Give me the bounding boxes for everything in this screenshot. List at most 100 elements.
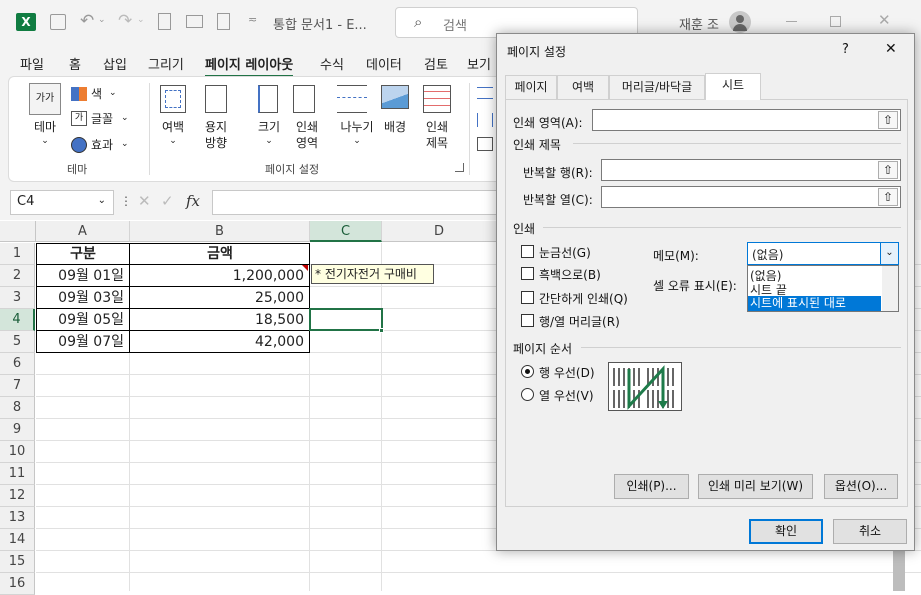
- row-header[interactable]: 10: [0, 441, 35, 463]
- customize-qat-icon[interactable]: ≂: [248, 13, 257, 26]
- user-name[interactable]: 재훈 조: [679, 14, 719, 33]
- row-header[interactable]: 3: [0, 287, 35, 309]
- orientation-button[interactable]: 용지 방향: [195, 119, 237, 151]
- name-box[interactable]: C4 ⌄: [10, 190, 114, 215]
- colors-icon[interactable]: [71, 87, 87, 101]
- row-header[interactable]: 16: [0, 573, 35, 595]
- amount-cell[interactable]: 1,200,000: [130, 265, 310, 287]
- row-header[interactable]: 13: [0, 507, 35, 529]
- insert-function-icon[interactable]: fx: [186, 192, 200, 210]
- column-header-d[interactable]: D: [382, 221, 497, 242]
- row-header[interactable]: 4: [0, 309, 35, 331]
- breaks-icon[interactable]: [337, 85, 367, 113]
- row-header[interactable]: 8: [0, 397, 35, 419]
- date-cell[interactable]: 09월 07일: [36, 331, 130, 353]
- effects-icon[interactable]: [71, 137, 87, 153]
- collapse-dialog-icon[interactable]: ⇧: [878, 161, 898, 179]
- print-area-input[interactable]: [592, 109, 901, 131]
- tab-file[interactable]: 파일: [20, 54, 44, 73]
- chevron-down-icon[interactable]: ⌄: [880, 243, 898, 264]
- cancel-entry-icon[interactable]: ✕: [138, 192, 151, 210]
- tab-draw[interactable]: 그리기: [148, 54, 184, 73]
- background-button[interactable]: 배경: [377, 119, 413, 135]
- row-header[interactable]: 15: [0, 551, 35, 573]
- print-area-button[interactable]: 인쇄 영역: [287, 119, 327, 151]
- row-header[interactable]: 5: [0, 331, 35, 353]
- header-cell-category[interactable]: 구분: [36, 243, 130, 265]
- gridlines-label[interactable]: 눈금선(G): [539, 244, 591, 261]
- print-area-icon[interactable]: [293, 85, 315, 113]
- active-cell[interactable]: [309, 308, 383, 331]
- tab-insert[interactable]: 삽입: [103, 54, 127, 73]
- dropdown-option-selected[interactable]: 시트에 표시된 대로: [748, 296, 881, 311]
- amount-cell[interactable]: 25,000: [130, 287, 310, 309]
- row-header[interactable]: 6: [0, 353, 35, 375]
- formula-input[interactable]: [212, 190, 512, 215]
- tab-page-layout[interactable]: 페이지 레이아웃: [205, 54, 294, 78]
- row-header[interactable]: 11: [0, 463, 35, 485]
- page-setup-launcher-icon[interactable]: [455, 163, 464, 172]
- fonts-button[interactable]: 글꼴: [91, 111, 113, 127]
- draft-label[interactable]: 간단하게 인쇄(Q): [539, 290, 628, 307]
- close-window-icon[interactable]: ✕: [878, 11, 891, 29]
- confirm-entry-icon[interactable]: ✓: [161, 192, 174, 210]
- row-header[interactable]: 2: [0, 265, 35, 287]
- save-icon[interactable]: [50, 14, 66, 30]
- column-header-c[interactable]: C: [310, 221, 382, 242]
- date-cell[interactable]: 09월 01일: [36, 265, 130, 287]
- blackwhite-label[interactable]: 흑백으로(B): [539, 266, 601, 283]
- comments-select[interactable]: (없음) ⌄: [747, 242, 899, 265]
- select-all-corner[interactable]: [0, 221, 36, 242]
- formula-bar-more-icon[interactable]: ⋮: [120, 194, 132, 208]
- undo-icon[interactable]: ↶: [80, 11, 94, 31]
- avatar[interactable]: [729, 11, 751, 33]
- colors-dropdown-icon[interactable]: ⌄: [109, 85, 117, 101]
- amount-cell[interactable]: 42,000: [130, 331, 310, 353]
- column-header-b[interactable]: B: [130, 221, 310, 242]
- print-preview-icon[interactable]: [217, 13, 230, 30]
- new-file-icon[interactable]: [158, 13, 171, 30]
- date-cell[interactable]: 09월 05일: [36, 309, 130, 331]
- down-then-over-label[interactable]: 행 우선(D): [539, 364, 595, 381]
- collapse-dialog-icon[interactable]: ⇧: [878, 188, 898, 206]
- redo-dropdown-icon[interactable]: ⌄: [137, 15, 145, 25]
- width-icon[interactable]: [477, 87, 493, 99]
- collapse-dialog-icon[interactable]: ⇧: [878, 111, 898, 129]
- name-box-dropdown-icon[interactable]: ⌄: [98, 195, 106, 206]
- fonts-dropdown-icon[interactable]: ⌄: [121, 110, 129, 126]
- orientation-icon[interactable]: [205, 85, 227, 113]
- print-titles-button[interactable]: 인쇄 제목: [419, 119, 455, 151]
- themes-button[interactable]: 가가: [29, 83, 61, 115]
- size-dropdown-icon[interactable]: ⌄: [262, 133, 276, 149]
- column-header-a[interactable]: A: [36, 221, 130, 242]
- colors-button[interactable]: 색: [91, 86, 102, 102]
- print-titles-icon[interactable]: [423, 85, 451, 113]
- row-header[interactable]: 12: [0, 485, 35, 507]
- height-icon[interactable]: [477, 113, 493, 127]
- options-button[interactable]: 옵션(O)...: [824, 474, 898, 499]
- size-icon[interactable]: [258, 85, 278, 113]
- margins-dropdown-icon[interactable]: ⌄: [166, 133, 180, 149]
- down-then-over-radio[interactable]: [521, 365, 534, 378]
- blackwhite-checkbox[interactable]: [521, 267, 534, 280]
- comment-indicator-icon[interactable]: [302, 265, 308, 271]
- undo-dropdown-icon[interactable]: ⌄: [98, 15, 106, 25]
- over-then-down-label[interactable]: 열 우선(V): [539, 387, 594, 404]
- header-cell-amount[interactable]: 금액: [130, 243, 310, 265]
- row-header[interactable]: 1: [0, 243, 35, 265]
- print-button[interactable]: 인쇄(P)...: [614, 474, 689, 499]
- row-header[interactable]: 9: [0, 419, 35, 441]
- effects-button[interactable]: 효과: [91, 137, 113, 153]
- cancel-button[interactable]: 취소: [833, 519, 907, 544]
- print-preview-button[interactable]: 인쇄 미리 보기(W): [698, 474, 813, 499]
- amount-cell[interactable]: 18,500: [130, 309, 310, 331]
- rows-repeat-input[interactable]: [601, 159, 901, 181]
- draft-checkbox[interactable]: [521, 291, 534, 304]
- margins-icon[interactable]: [160, 85, 186, 113]
- redo-icon[interactable]: ↷: [118, 11, 132, 31]
- tab-data[interactable]: 데이터: [366, 54, 402, 73]
- open-folder-icon[interactable]: [186, 15, 203, 28]
- background-icon[interactable]: [381, 85, 409, 109]
- dropdown-scrollbar[interactable]: [882, 266, 898, 311]
- themes-dropdown-icon[interactable]: ⌄: [37, 133, 53, 149]
